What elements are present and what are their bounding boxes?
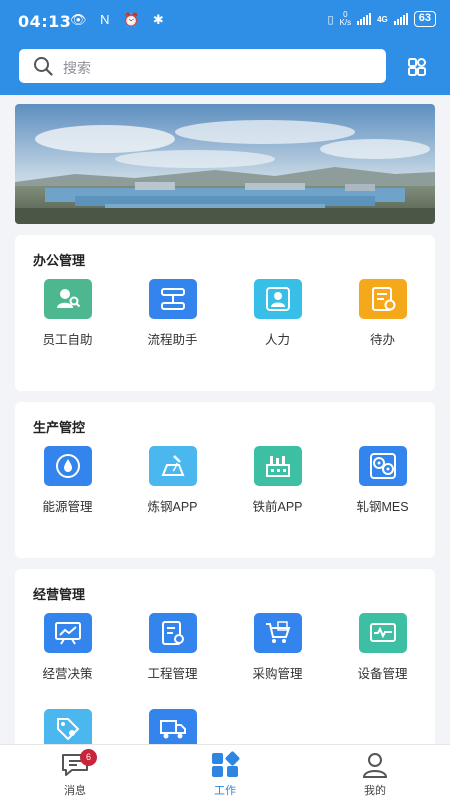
todo-list-icon — [358, 279, 407, 319]
person-id-icon — [253, 279, 302, 319]
rolling-mill-icon — [358, 446, 407, 486]
work-apps-icon — [180, 751, 270, 779]
shopping-cart-icon — [253, 613, 302, 653]
app-label: 铁前APP — [252, 500, 303, 514]
battery-indicator: 63 — [413, 11, 436, 27]
steel-plant-panorama — [15, 104, 435, 224]
status-bar: 04:13 👁 N ⏰ ✱ ▯ 0 K/s 4G 63 — [0, 0, 450, 44]
app-engineering-management[interactable]: 工程管理 — [120, 613, 225, 682]
app-price-tag[interactable] — [15, 709, 120, 749]
app-label: 设备管理 — [357, 667, 408, 681]
factory-icon — [253, 446, 302, 486]
steel-pour-icon — [148, 446, 197, 486]
nav-profile[interactable]: 我的 — [330, 751, 420, 798]
section-production: 生产管控 能源管理 炼钢APP 铁前APP 轧钢MES — [15, 402, 435, 558]
banner-image[interactable] — [15, 104, 435, 224]
app-rolling-mes[interactable]: 轧钢MES — [330, 446, 435, 515]
app-process-assistant[interactable]: 流程助手 — [120, 279, 225, 348]
app-label: 经营决策 — [42, 667, 93, 681]
nav-label: 工作 — [214, 785, 236, 797]
vibrate-icon: ▯ — [327, 13, 334, 26]
wifi-signal-icon — [357, 13, 372, 25]
net-speed: 0 K/s — [339, 10, 352, 27]
nav-work[interactable]: 工作 — [180, 751, 270, 798]
app-business-decision[interactable]: 经营决策 — [15, 613, 120, 682]
app-label: 轧钢MES — [356, 500, 409, 514]
search-placeholder: 搜索 — [63, 60, 91, 76]
app-label: 待办 — [369, 333, 395, 347]
bottom-navigation: 6 消息 工作 我的 — [0, 744, 450, 800]
equipment-monitor-icon — [358, 613, 407, 653]
apps-grid-icon[interactable] — [408, 58, 426, 76]
app-label: 能源管理 — [42, 500, 93, 514]
section-title: 生产管控 — [33, 420, 86, 435]
app-steelmaking[interactable]: 炼钢APP — [120, 446, 225, 515]
user-icon — [330, 751, 420, 779]
section-title: 办公管理 — [33, 253, 86, 268]
engineering-doc-icon — [148, 613, 197, 653]
app-label: 员工自助 — [42, 333, 93, 347]
search-icon — [34, 57, 53, 76]
app-label: 人力 — [264, 333, 290, 347]
app-label: 炼钢APP — [147, 500, 198, 514]
app-human-resources[interactable]: 人力 — [225, 279, 330, 348]
app-equipment-management[interactable]: 设备管理 — [330, 613, 435, 682]
app-label: 工程管理 — [147, 667, 198, 681]
nav-label: 消息 — [64, 785, 86, 797]
section-office: 办公管理 员工自助 流程助手 人力 待办 — [15, 235, 435, 391]
nav-label: 我的 — [364, 785, 386, 797]
delivery-truck-icon — [148, 709, 197, 749]
app-logistics[interactable] — [120, 709, 225, 749]
app-todo[interactable]: 待办 — [330, 279, 435, 348]
app-label: 采购管理 — [252, 667, 303, 681]
price-tag-gear-icon — [43, 709, 92, 749]
app-employee-self-service[interactable]: 员工自助 — [15, 279, 120, 348]
unread-badge: 6 — [80, 749, 97, 766]
section-title: 经营管理 — [33, 587, 86, 602]
app-label: 流程助手 — [147, 333, 198, 347]
energy-drop-icon — [43, 446, 92, 486]
status-right-icons: ▯ 0 K/s 4G 63 — [327, 11, 436, 27]
employee-key-icon — [43, 279, 92, 319]
nav-messages[interactable]: 6 消息 — [30, 749, 120, 798]
message-icon — [30, 751, 120, 779]
flowchart-icon — [148, 279, 197, 319]
header: 04:13 👁 N ⏰ ✱ ▯ 0 K/s 4G 63 搜索 — [0, 0, 450, 95]
section-business: 经营管理 经营决策 工程管理 采购管理 设备管理 — [15, 569, 435, 759]
search-input[interactable]: 搜索 — [19, 49, 386, 83]
network-type: 4G — [377, 14, 388, 24]
status-time: 04:13 — [18, 12, 72, 31]
app-procurement-management[interactable]: 采购管理 — [225, 613, 330, 682]
trend-board-icon — [43, 613, 92, 653]
app-energy-management[interactable]: 能源管理 — [15, 446, 120, 515]
app-ironmaking[interactable]: 铁前APP — [225, 446, 330, 515]
status-notification-icons: 👁 N ⏰ ✱ — [70, 12, 169, 27]
cell-signal-icon — [393, 13, 408, 25]
